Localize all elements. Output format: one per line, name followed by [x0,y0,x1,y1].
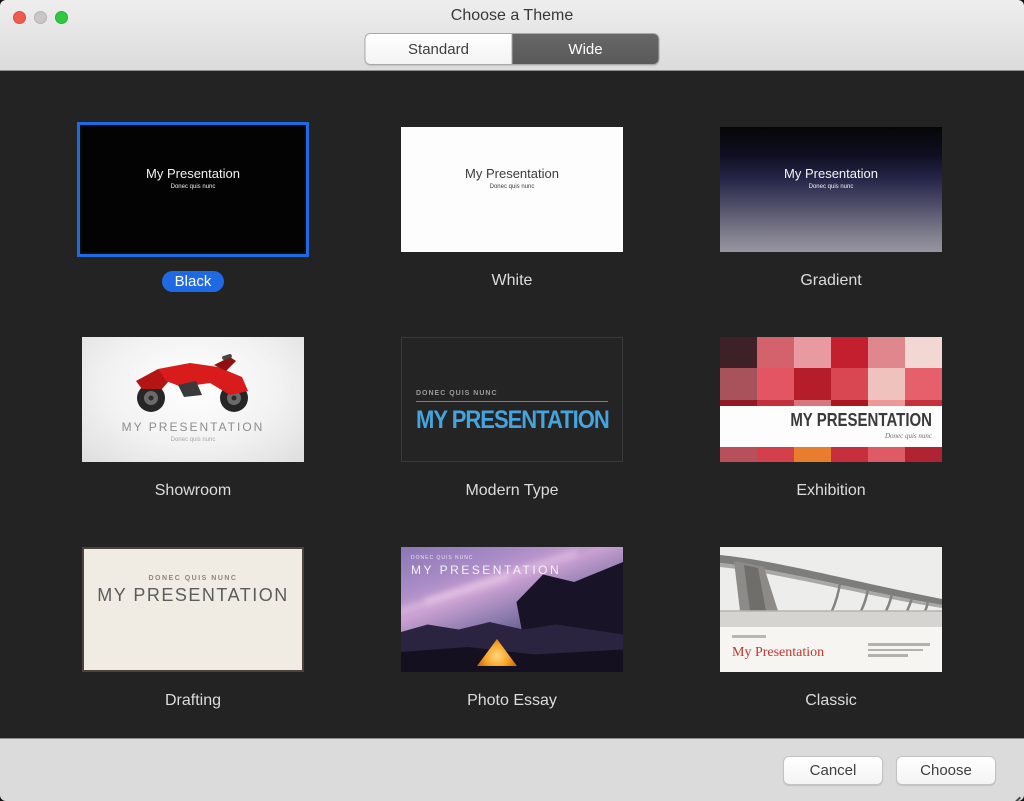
theme-label-showroom: Showroom [155,479,231,503]
theme-card-modern-type[interactable]: DONEC QUIS NUNC MY PRESENTATION Modern T… [353,337,672,503]
bridge-image [720,547,942,627]
slide-subtitle: Donec quis nunc [401,184,623,190]
theme-label-white: White [492,269,533,293]
slide-subtitle: Donec quis nunc [82,437,304,443]
slide-title: My Presentation [82,166,304,181]
theme-label-exhibition: Exhibition [796,479,865,503]
slide-title: My Presentation [401,166,623,181]
slide-title: MY PRESENTATION [84,585,302,606]
window-title: Choose a Theme [0,7,1024,25]
sky-streak [401,573,509,618]
theme-label-classic: Classic [805,689,857,713]
choose-button[interactable]: Choose [896,756,996,785]
theme-thumbnail-modern-type[interactable]: DONEC QUIS NUNC MY PRESENTATION [401,337,623,462]
theme-card-drafting[interactable]: DONEC QUIS NUNC MY PRESENTATION Drafting [34,547,353,713]
theme-label-drafting: Drafting [165,689,221,713]
slide-title: MY PRESENTATION [790,411,932,431]
slide-title: MY PRESENTATION [411,563,561,577]
theme-card-gradient[interactable]: My Presentation Donec quis nunc Gradient [672,127,991,293]
size-segmented-control: Standard Wide [365,33,660,65]
theme-thumbnail-gradient[interactable]: My Presentation Donec quis nunc [720,127,942,252]
theme-grid-area: My Presentation Donec quis nunc Black My… [0,71,1024,738]
theme-label-gradient: Gradient [800,269,861,293]
theme-label-black: Black [162,269,225,293]
theme-card-exhibition[interactable]: MY PRESENTATION Donec quis nunc Exhibiti… [672,337,991,503]
dialog-footer: Cancel Choose [0,738,1024,801]
theme-card-black[interactable]: My Presentation Donec quis nunc Black [34,127,353,293]
theme-card-white[interactable]: My Presentation Donec quis nunc White [353,127,672,293]
title-band: MY PRESENTATION Donec quis nunc [720,406,942,447]
resize-handle-icon[interactable] [1012,789,1022,799]
cancel-button[interactable]: Cancel [783,756,883,785]
theme-thumbnail-black[interactable]: My Presentation Donec quis nunc [82,127,304,252]
theme-card-classic[interactable]: My Presentation Classic [672,547,991,713]
tab-standard[interactable]: Standard [366,34,513,64]
theme-grid: My Presentation Donec quis nunc Black My… [34,71,991,713]
theme-thumbnail-drafting[interactable]: DONEC QUIS NUNC MY PRESENTATION [82,547,304,672]
theme-card-showroom[interactable]: MY PRESENTATION Donec quis nunc Showroom [34,337,353,503]
selected-theme-badge: Black [162,271,225,292]
choose-theme-dialog: Choose a Theme Standard Wide My Presenta… [0,0,1024,801]
tab-wide[interactable]: Wide [513,34,659,64]
theme-thumbnail-classic[interactable]: My Presentation [720,547,942,672]
theme-thumbnail-photo-essay[interactable]: DONEC QUIS NUNC MY PRESENTATION [401,547,623,672]
theme-thumbnail-white[interactable]: My Presentation Donec quis nunc [401,127,623,252]
slide-subtitle: Donec quis nunc [82,184,304,190]
slide-subtitle: Donec quis nunc [720,184,942,190]
slide-title: MY PRESENTATION [82,420,304,434]
theme-thumbnail-exhibition[interactable]: MY PRESENTATION Donec quis nunc [720,337,942,462]
slide-subtitle: Donec quis nunc [885,432,932,440]
slide-title: My Presentation [720,166,942,181]
slide-title: MY PRESENTATION [416,405,608,435]
slide-eyebrow: DONEC QUIS NUNC [416,390,608,397]
slide-eyebrow: DONEC QUIS NUNC [411,555,561,561]
theme-label-modern-type: Modern Type [465,479,558,503]
title-bar: Choose a Theme Standard Wide [0,0,1024,71]
divider-line [416,401,608,402]
caption-placeholder [732,635,766,638]
theme-thumbnail-showroom[interactable]: MY PRESENTATION Donec quis nunc [82,337,304,462]
theme-card-photo-essay[interactable]: DONEC QUIS NUNC MY PRESENTATION Photo Es… [353,547,672,713]
theme-label-photo-essay: Photo Essay [467,689,557,713]
slide-eyebrow: DONEC QUIS NUNC [84,575,302,582]
motorcycle-image [118,351,268,413]
slide-title: My Presentation [732,645,824,661]
body-text-placeholder [868,643,930,660]
